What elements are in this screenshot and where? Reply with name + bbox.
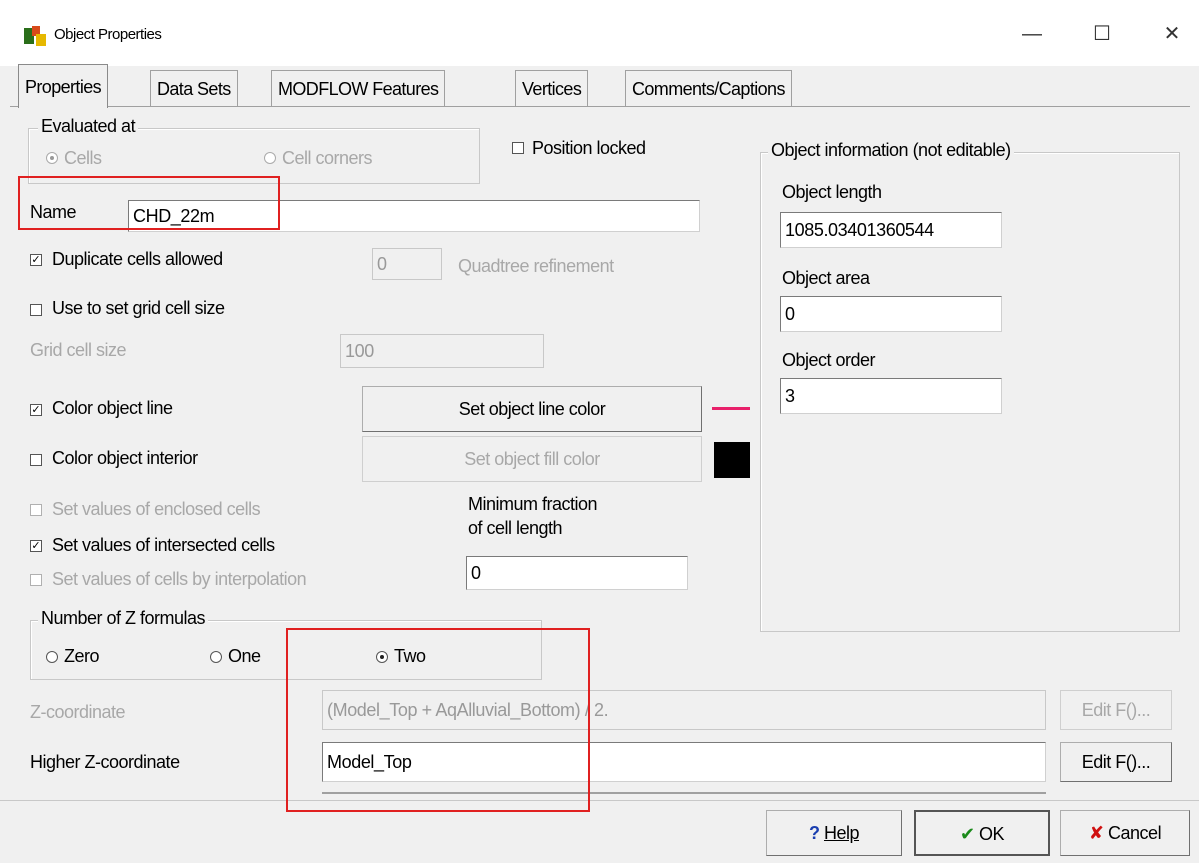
intersected-cells-label: Set values of intersected cells (52, 535, 275, 555)
footer-divider (0, 800, 1199, 801)
color-object-interior-checkbox[interactable] (30, 454, 42, 466)
evaluated-at-title: Evaluated at (38, 116, 139, 137)
color-object-interior-label: Color object interior (52, 448, 198, 468)
min-fraction-label-1: Minimum fraction (468, 494, 598, 514)
z-coordinate-edit-button[interactable]: Edit F()... (1060, 690, 1172, 730)
z-formulas-title: Number of Z formulas (38, 608, 209, 629)
tab-modflow-features[interactable]: MODFLOW Features (271, 70, 446, 106)
cancel-x-icon: ✘ (1088, 823, 1104, 843)
checkmark-icon: ✔ (959, 824, 975, 844)
tab-comments-captions[interactable]: Comments/Captions (625, 70, 792, 106)
radio-cells-label: Cells (64, 148, 102, 168)
z-formula-highlight-box (286, 628, 590, 812)
set-object-fill-color-button[interactable]: Set object fill color (362, 436, 702, 482)
object-length-input[interactable]: 1085.03401360544 (780, 212, 1002, 248)
ok-button[interactable]: ✔ OK (914, 810, 1050, 856)
position-locked-checkbox[interactable] (512, 142, 524, 154)
radio-cells[interactable] (46, 152, 58, 164)
name-highlight-box (18, 176, 280, 230)
object-info-title: Object information (not editable) (768, 140, 1014, 161)
set-object-line-color-button[interactable]: Set object line color (362, 386, 702, 432)
radio-zero-label: Zero (64, 646, 100, 666)
tab-data-sets[interactable]: Data Sets (150, 70, 238, 106)
tab-properties[interactable]: Properties (18, 64, 109, 108)
interpolation-cells-checkbox[interactable] (30, 574, 42, 586)
radio-cell-corners[interactable] (264, 152, 276, 164)
object-order-input[interactable]: 3 (780, 378, 1002, 414)
close-button[interactable]: ✕ (1160, 22, 1184, 46)
maximize-button[interactable]: ☐ (1090, 22, 1114, 46)
cancel-label: Cancel (1108, 823, 1162, 843)
color-object-line-checkbox[interactable]: ✓ (30, 404, 42, 416)
interpolation-cells-label: Set values of cells by interpolation (52, 569, 307, 589)
duplicate-cells-label: Duplicate cells allowed (52, 249, 223, 269)
color-object-line-label: Color object line (52, 398, 173, 418)
enclosed-cells-checkbox[interactable] (30, 504, 42, 516)
use-grid-cell-size-checkbox[interactable] (30, 304, 42, 316)
higher-z-label: Higher Z-coordinate (30, 752, 180, 772)
radio-one[interactable] (210, 651, 222, 663)
radio-one-label: One (228, 646, 261, 666)
higher-z-edit-button[interactable]: Edit F()... (1060, 742, 1172, 782)
help-label: Help (823, 823, 860, 843)
cancel-button[interactable]: ✘ Cancel (1060, 810, 1190, 856)
help-icon: ? (808, 823, 820, 843)
z-coordinate-label: Z-coordinate (30, 702, 126, 722)
object-area-input[interactable]: 0 (780, 296, 1002, 332)
enclosed-cells-label: Set values of enclosed cells (52, 499, 261, 519)
radio-zero[interactable] (46, 651, 58, 663)
tab-vertices[interactable]: Vertices (515, 70, 589, 106)
duplicate-cells-checkbox[interactable]: ✓ (30, 254, 42, 266)
app-icon (24, 26, 46, 46)
ok-label: OK (979, 824, 1005, 844)
position-locked-label: Position locked (532, 138, 646, 158)
object-length-label: Object length (782, 182, 882, 202)
line-color-swatch (712, 407, 750, 410)
help-button[interactable]: ? Help (766, 810, 902, 856)
use-grid-cell-size-label: Use to set grid cell size (52, 298, 225, 318)
radio-cell-corners-label: Cell corners (282, 148, 373, 168)
intersected-cells-checkbox[interactable]: ✓ (30, 540, 42, 552)
fill-color-swatch (714, 442, 750, 478)
quadtree-input[interactable]: 0 (372, 248, 442, 280)
tab-panel-border (10, 106, 1190, 107)
min-fraction-input[interactable]: 0 (466, 556, 688, 590)
object-order-label: Object order (782, 350, 876, 370)
min-fraction-label-2: of cell length (468, 518, 563, 538)
quadtree-label: Quadtree refinement (458, 256, 614, 276)
grid-cell-size-input[interactable]: 100 (340, 334, 544, 368)
object-area-label: Object area (782, 268, 870, 288)
window-title: Object Properties (54, 26, 162, 43)
minimize-button[interactable]: — (1020, 22, 1044, 46)
grid-cell-size-label: Grid cell size (30, 340, 127, 360)
